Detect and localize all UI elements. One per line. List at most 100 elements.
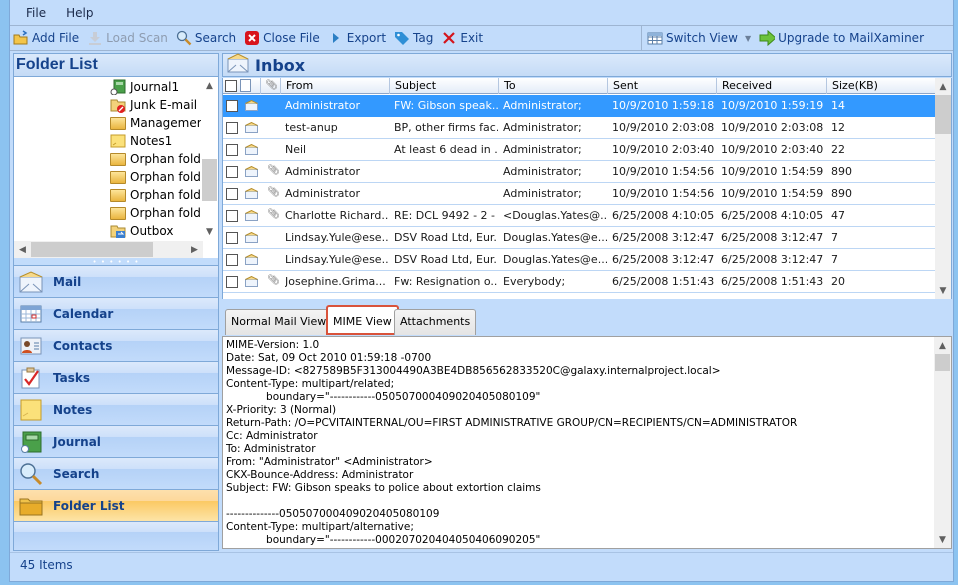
mail-row[interactable]: Lindsay.Yule@ese... DSV Road Ltd, Eur... D…	[223, 227, 937, 249]
row-checkbox[interactable]	[226, 100, 238, 112]
scroll-down-icon[interactable]: ▼	[201, 223, 218, 240]
envelope-icon	[245, 209, 258, 221]
mail-row[interactable]: 📎︎ Josephine.Grima... Fw: Resignation o...…	[223, 271, 937, 293]
document-column-icon[interactable]	[240, 79, 251, 92]
mail-row[interactable]: test-anup BP, other firms fac... Administr…	[223, 117, 937, 139]
scroll-up-icon[interactable]: ▲	[935, 78, 951, 95]
scroll-thumb[interactable]	[202, 159, 217, 201]
switch-view-button[interactable]: Switch View ▼	[644, 27, 756, 49]
inbox-title: Inbox	[255, 55, 306, 75]
cell-received: 10/9/2010 2:03:40 ...	[721, 143, 825, 156]
menu-help[interactable]: Help	[66, 6, 93, 20]
scroll-down-icon[interactable]: ▼	[934, 531, 951, 548]
close-file-button[interactable]: Close File	[241, 27, 325, 49]
scroll-thumb[interactable]	[935, 95, 951, 134]
mail-row[interactable]: Neil At least 6 dead in ... Administrator;…	[223, 139, 937, 161]
cell-subject: Fw: Resignation o...	[394, 275, 498, 288]
row-checkbox[interactable]	[226, 276, 238, 288]
scroll-thumb[interactable]	[31, 242, 153, 257]
folder-list-title: Folder List	[13, 53, 219, 77]
cell-size: 12	[831, 121, 845, 134]
tree-item-journal1[interactable]: Journal1	[110, 78, 179, 96]
tree-item-management[interactable]: Managemer	[110, 114, 202, 132]
export-button[interactable]: Export	[325, 27, 391, 49]
tree-item-orphan-folder[interactable]: Orphan fold	[110, 186, 201, 204]
mime-line: boundary="------------000207020404050406…	[226, 534, 541, 546]
nav-item-notes[interactable]: Notes	[13, 394, 219, 426]
attachment-column-icon[interactable]: 📎︎	[260, 78, 278, 94]
row-checkbox[interactable]	[226, 188, 238, 200]
column-header-sent[interactable]: Sent	[607, 78, 716, 94]
nav-item-label: Journal	[53, 434, 101, 449]
tab-attachments[interactable]: Attachments	[394, 309, 477, 335]
cell-received: 6/25/2008 4:10:05 ...	[721, 209, 825, 222]
cell-subject	[394, 183, 498, 204]
tree-item-orphan-folder[interactable]: Orphan fold	[110, 168, 201, 186]
menu-file[interactable]: File	[26, 6, 46, 20]
pane-splitter[interactable]: • • • • • •	[13, 258, 219, 266]
mail-list-vertical-scrollbar[interactable]: ▲ ▼	[935, 78, 951, 299]
row-checkbox[interactable]	[226, 144, 238, 156]
tree-item-junk-email[interactable]: Junk E-mail	[110, 96, 197, 114]
exit-button[interactable]: Exit	[438, 27, 488, 49]
close-file-label: Close File	[263, 31, 320, 45]
column-header-received[interactable]: Received	[716, 78, 826, 94]
scroll-left-icon[interactable]: ◀	[14, 241, 31, 258]
column-header-subject[interactable]: Subject	[389, 78, 498, 94]
cell-size: 14	[831, 99, 845, 112]
mail-row[interactable]: 📎︎ Charlotte Richard... RE: DCL 9492 - 2 -…	[223, 205, 937, 227]
select-all-checkbox[interactable]	[225, 80, 237, 92]
cell-sent: 10/9/2010 1:59:18 ...	[612, 99, 716, 112]
mime-vertical-scrollbar[interactable]: ▲ ▼	[934, 337, 951, 548]
dropdown-arrow-icon[interactable]: ▼	[745, 34, 751, 43]
cell-to: Everybody;	[503, 275, 566, 288]
search-label: Search	[194, 31, 237, 45]
row-checkbox[interactable]	[226, 166, 238, 178]
nav-item-calendar[interactable]: Calendar	[13, 298, 219, 330]
mail-row[interactable]: Lindsay.Yule@ese... DSV Road Ltd, Eur... D…	[223, 249, 937, 271]
cell-from: test-anup	[285, 121, 338, 134]
mail-row[interactable]: 📎︎ Administrator Administrator; 10/9/2010 1…	[223, 183, 937, 205]
tab-mime-view[interactable]: MIME View	[326, 305, 399, 335]
scroll-up-icon[interactable]: ▲	[201, 77, 218, 94]
row-checkbox[interactable]	[226, 210, 238, 222]
load-scan-button[interactable]: Load Scan	[84, 27, 173, 49]
nav-item-tasks[interactable]: Tasks	[13, 362, 219, 394]
tab-normal-mail-view[interactable]: Normal Mail View	[225, 309, 333, 335]
column-header-to[interactable]: To	[498, 78, 607, 94]
nav-item-journal[interactable]: Journal	[13, 426, 219, 458]
tree-item-orphan-folder[interactable]: Orphan fold	[110, 150, 201, 168]
nav-item-search[interactable]: Search	[13, 458, 219, 490]
tree-item-notes1[interactable]: Notes1	[110, 132, 172, 150]
mail-row[interactable]: 📎︎ Administrator Administrator; 10/9/2010 1…	[223, 161, 937, 183]
contacts-icon	[19, 334, 43, 358]
switch-view-label: Switch View	[666, 31, 738, 45]
row-checkbox[interactable]	[226, 254, 238, 266]
cell-sent: 10/9/2010 1:54:56 ...	[612, 187, 716, 200]
row-checkbox[interactable]	[226, 122, 238, 134]
row-checkbox[interactable]	[226, 232, 238, 244]
tree-item-outbox[interactable]: Outbox	[110, 222, 173, 240]
mail-row[interactable]: Administrator FW: Gibson speak... Administ…	[223, 95, 937, 117]
nav-item-mail[interactable]: Mail	[13, 266, 219, 298]
search-button[interactable]: Search	[173, 27, 241, 49]
upgrade-button[interactable]: Upgrade to MailXaminer	[756, 27, 929, 49]
junk-folder-icon	[110, 97, 126, 113]
nav-item-folder-list[interactable]: Folder List	[13, 490, 219, 522]
tag-button[interactable]: Tag	[391, 27, 438, 49]
add-file-button[interactable]: Add File	[10, 27, 84, 49]
folder-tree-horizontal-scrollbar[interactable]: ◀ ▶	[14, 241, 203, 258]
mime-line: Message-ID: <827589B5F313004490A3BE4DB85…	[226, 365, 721, 377]
folder-tree-vertical-scrollbar[interactable]: ▲ ▼	[201, 77, 218, 240]
nav-empty-area	[13, 522, 219, 551]
column-header-size[interactable]: Size(KB)	[826, 78, 937, 94]
scroll-up-icon[interactable]: ▲	[934, 337, 951, 354]
nav-item-contacts[interactable]: Contacts	[13, 330, 219, 362]
mime-line: Content-Type: multipart/alternative;	[226, 521, 414, 533]
column-header-from[interactable]: From	[280, 78, 389, 94]
tree-item-orphan-folder[interactable]: Orphan fold	[110, 204, 201, 222]
cell-received: 10/9/2010 1:54:59 ...	[721, 165, 825, 178]
scroll-down-icon[interactable]: ▼	[935, 282, 951, 299]
scroll-right-icon[interactable]: ▶	[186, 241, 203, 258]
scroll-thumb[interactable]	[935, 354, 950, 371]
